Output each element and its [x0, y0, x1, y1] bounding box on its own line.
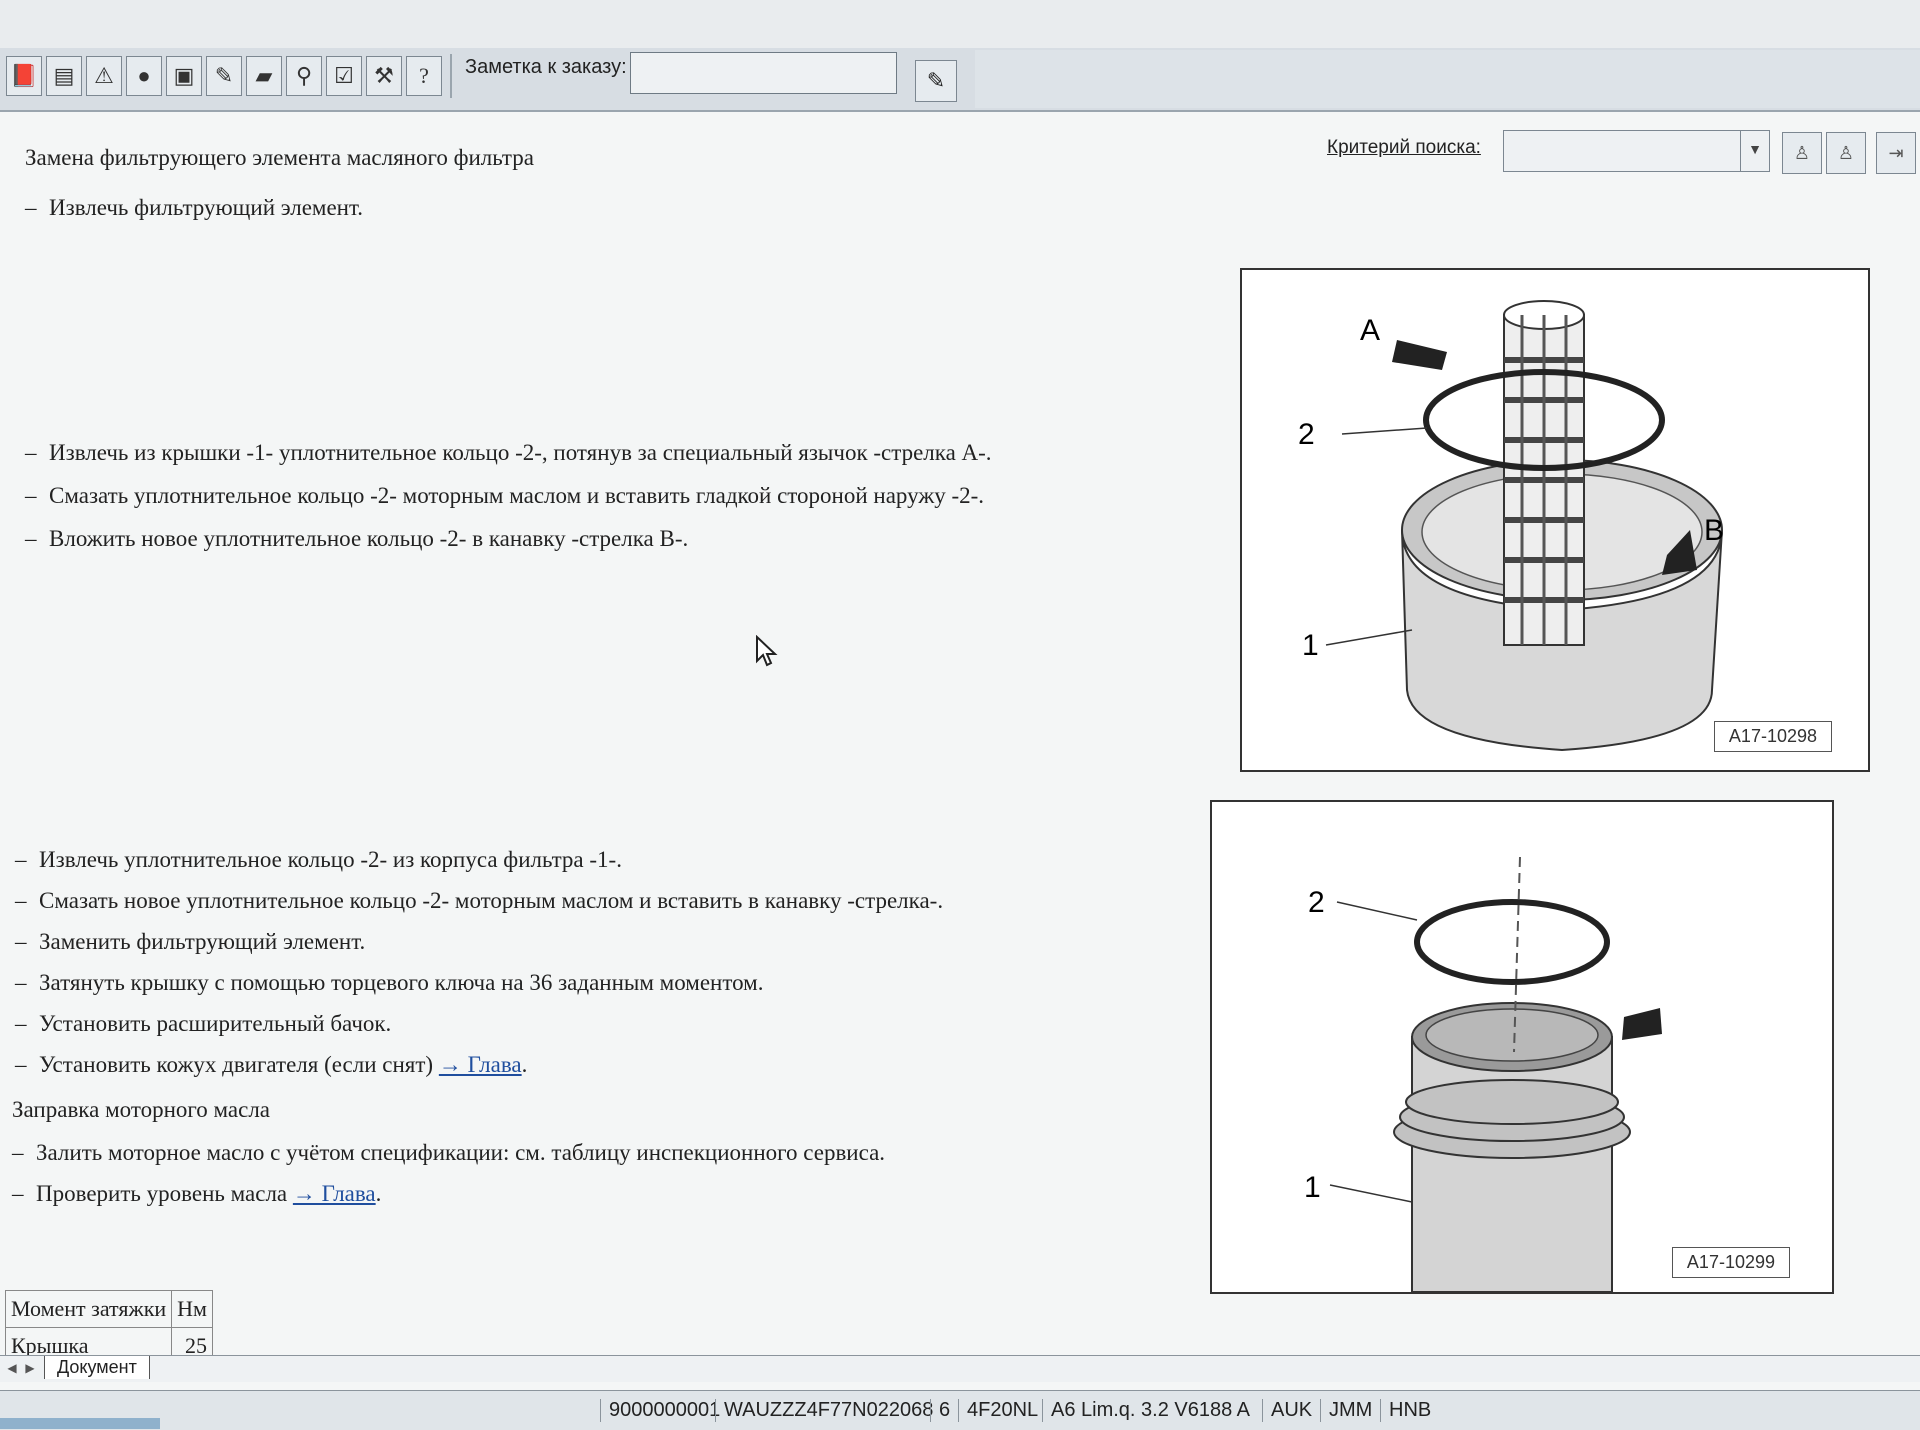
chapter-link[interactable]: → Глава [293, 1181, 376, 1206]
status-engine-code: AUK [1262, 1399, 1312, 1422]
figure-code: A17-10298 [1713, 721, 1832, 752]
status-order-number: 9000000001 [600, 1399, 720, 1422]
document-icon[interactable]: ▤ [46, 56, 82, 96]
window-title-bar [0, 0, 1920, 49]
book-icon[interactable]: 📕 [6, 56, 42, 96]
order-note-label: Заметка к заказу: [465, 56, 627, 78]
tab-prev-icon[interactable]: ◀ [4, 1358, 20, 1378]
list-item: – Извлечь уплотнительное кольцо -2- из ко… [15, 847, 622, 872]
warning-icon[interactable]: ⚠ [86, 56, 122, 96]
figure-filter-housing: 2 1 A17-10299 [1210, 800, 1834, 1294]
search-criteria-label: Критерий поиска: [1327, 137, 1481, 158]
label-1: 1 [1304, 1171, 1321, 1204]
label-a: A [1360, 314, 1380, 347]
export-icon[interactable]: ⇥ [1876, 132, 1916, 174]
filter-cover-illustration: A 2 B 1 [1298, 300, 1724, 752]
torque-table: Момент затяжки Нм Крышка 25 [4, 1290, 213, 1365]
list-item: – Проверить уровень масла → Глава. [12, 1181, 382, 1206]
status-model-code: 4F20NL [958, 1399, 1038, 1422]
toolbar-right-area [975, 50, 1920, 108]
table-header-cell: Момент затяжки [4, 1290, 173, 1328]
car-icon[interactable]: ▰ [246, 56, 282, 96]
status-gearbox-code: JMM [1320, 1399, 1372, 1422]
section-heading: Заправка моторного масла [12, 1097, 271, 1122]
list-item: – Установить кожух двигателя (если снят) … [15, 1052, 528, 1077]
list-item: – Залить моторное масло с учётом специфик… [12, 1140, 886, 1165]
taskbar [0, 1418, 160, 1429]
list-item: – Извлечь из крышки -1- уплотнительное ко… [25, 440, 992, 465]
list-item: – Вложить новое уплотнительное кольцо -2-… [25, 526, 689, 551]
table-header-cell: Нм [171, 1290, 213, 1328]
globe-icon[interactable]: ● [126, 56, 162, 96]
car-search-icon[interactable]: ⚲ [286, 56, 322, 96]
order-note-input[interactable] [630, 52, 897, 94]
figure-filter-cover: A 2 B 1 A17-10298 [1240, 268, 1870, 772]
order-note-edit-button[interactable]: ✎ [915, 60, 957, 102]
tab-document[interactable]: Документ [44, 1356, 150, 1379]
label-2: 2 [1308, 886, 1325, 919]
table-header-row: Момент затяжки Нм [4, 1290, 213, 1328]
search-criteria-select[interactable]: ▼ [1503, 130, 1770, 172]
list-item: – Извлечь фильтрующий элемент. [25, 195, 364, 220]
page-title: Замена фильтрующего элемента масляного ф… [25, 145, 534, 170]
list-item: – Заменить фильтрующий элемент. [15, 929, 366, 954]
filter-housing-illustration: 2 1 [1304, 856, 1662, 1292]
status-bar: 9000000001 WAUZZZ4F77N022068 6 4F20NL A6… [0, 1390, 1920, 1430]
search-person-icon[interactable]: ♙ [1782, 132, 1822, 174]
tools-icon[interactable]: ⚒ [366, 56, 402, 96]
mouse-cursor-icon [756, 635, 778, 667]
document-tab-bar: ◀ ▶ Документ [0, 1355, 1920, 1382]
tab-next-icon[interactable]: ▶ [22, 1358, 38, 1378]
status-extra-code: HNB [1380, 1399, 1431, 1422]
chevron-down-icon[interactable]: ▼ [1740, 131, 1769, 171]
pen-icon[interactable]: ✎ [206, 56, 242, 96]
toolbar-separator [450, 54, 452, 98]
list-item: – Смазать уплотнительное кольцо -2- мотор… [25, 483, 985, 508]
checklist-icon[interactable]: ☑ [326, 56, 362, 96]
label-b: B [1704, 514, 1724, 547]
search-person-next-icon[interactable]: ♙ [1826, 132, 1866, 174]
figure-code: A17-10299 [1671, 1247, 1790, 1278]
label-1: 1 [1302, 629, 1319, 662]
list-item: – Установить расширительный бачок. [15, 1011, 392, 1036]
status-vehicle: A6 Lim.q. 3.2 V6188 A [1042, 1399, 1250, 1422]
help-icon[interactable]: ? [406, 56, 442, 96]
list-item: – Смазать новое уплотнительное кольцо -2-… [15, 888, 944, 913]
label-2: 2 [1298, 418, 1315, 451]
chapter-link[interactable]: → Глава [439, 1052, 522, 1077]
save-icon[interactable]: ▣ [166, 56, 202, 96]
status-field: 6 [930, 1399, 950, 1422]
status-vin: WAUZZZ4F77N022068 [715, 1399, 933, 1422]
list-item: – Затянуть крышку с помощью торцевого клю… [15, 970, 764, 995]
